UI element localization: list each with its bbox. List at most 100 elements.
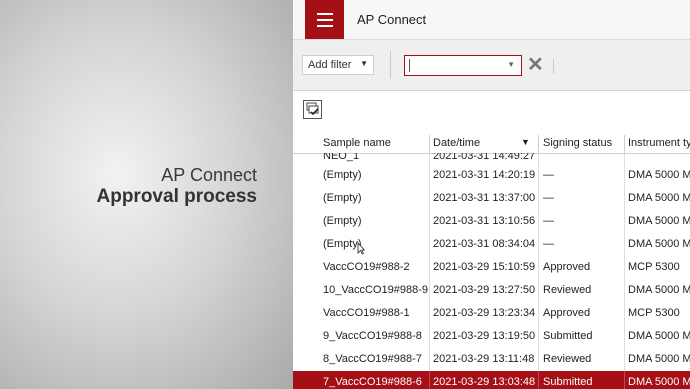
divider bbox=[553, 59, 554, 74]
cell-sample-name: 7_VaccCO19#988-6 bbox=[323, 376, 422, 388]
add-filter-label: Add filter bbox=[308, 59, 352, 71]
cell-instrument: MCP 5300 bbox=[628, 261, 680, 273]
cell-divider bbox=[624, 325, 625, 348]
cell-signing-status: — bbox=[543, 215, 554, 227]
cell-divider bbox=[429, 187, 430, 210]
table-body: NEO_1 2021-03-31 14:49:27 (Empty) 2021-0… bbox=[293, 153, 690, 389]
table-row[interactable]: 10_VaccCO19#988-9 2021-03-29 13:27:50 Re… bbox=[293, 279, 690, 302]
cell-date-time: 2021-03-31 13:10:56 bbox=[433, 215, 536, 227]
cell-divider bbox=[624, 233, 625, 256]
chevron-down-icon: ▼ bbox=[507, 60, 515, 69]
caption: AP Connect Approval process bbox=[97, 164, 258, 208]
cell-divider bbox=[429, 325, 430, 348]
cell-divider bbox=[624, 279, 625, 302]
cell-date-time: 2021-03-31 08:34:04 bbox=[433, 238, 536, 250]
table-row-selected[interactable]: 7_VaccCO19#988-6 2021-03-29 13:03:48 Sub… bbox=[293, 371, 690, 389]
table-row[interactable]: (Empty) 2021-03-31 08:34:04 — DMA 5000 M bbox=[293, 233, 690, 256]
table-row[interactable]: (Empty) 2021-03-31 14:20:19 — DMA 5000 M bbox=[293, 164, 690, 187]
column-header-instrument-type[interactable]: Instrument ty bbox=[628, 137, 690, 149]
cell-date-time: 2021-03-29 13:19:50 bbox=[433, 330, 536, 342]
cell-divider bbox=[538, 325, 539, 348]
sort-descending-icon: ▼ bbox=[521, 137, 530, 147]
filter-bar: Add filter ▼ ▼ ✕ bbox=[293, 40, 690, 91]
cell-divider bbox=[624, 187, 625, 210]
cell-sample-name: 9_VaccCO19#988-8 bbox=[323, 330, 422, 342]
column-divider[interactable] bbox=[538, 135, 539, 153]
divider bbox=[390, 51, 391, 79]
cell-sample-name: VaccCO19#988-2 bbox=[323, 261, 410, 273]
cell-sample-name: (Empty) bbox=[323, 238, 362, 250]
cell-divider bbox=[429, 348, 430, 371]
cell-signing-status: Reviewed bbox=[543, 353, 592, 365]
cell-divider bbox=[624, 348, 625, 371]
cell-divider bbox=[429, 233, 430, 256]
caption-subtitle: Approval process bbox=[96, 186, 258, 207]
cell-divider bbox=[538, 302, 539, 325]
cell-date-time: 2021-03-29 13:23:34 bbox=[433, 307, 536, 319]
caption-title: AP Connect bbox=[161, 165, 257, 185]
cell-instrument: DMA 5000 M bbox=[628, 284, 690, 296]
cell-date-time: 2021-03-31 14:49:27 bbox=[433, 153, 536, 162]
column-divider[interactable] bbox=[429, 135, 430, 153]
cell-date-time: 2021-03-31 14:20:19 bbox=[433, 169, 536, 181]
cell-divider bbox=[429, 256, 430, 279]
table-row[interactable]: (Empty) 2021-03-31 13:10:56 — DMA 5000 M bbox=[293, 210, 690, 233]
cell-sample-name: NEO_1 bbox=[323, 153, 360, 162]
cell-divider bbox=[538, 256, 539, 279]
column-header-signing-status[interactable]: Signing status bbox=[543, 137, 612, 149]
cell-signing-status: — bbox=[543, 238, 554, 250]
top-bar: AP Connect bbox=[293, 0, 690, 40]
table-row[interactable]: 9_VaccCO19#988-8 2021-03-29 13:19:50 Sub… bbox=[293, 325, 690, 348]
cell-divider bbox=[429, 371, 430, 389]
table-row[interactable]: (Empty) 2021-03-31 13:37:00 — DMA 5000 M bbox=[293, 187, 690, 210]
cell-signing-status: Submitted bbox=[543, 376, 593, 388]
cell-divider bbox=[624, 256, 625, 279]
cell-sample-name: VaccCO19#988-1 bbox=[323, 307, 410, 319]
table-row[interactable]: 8_VaccCO19#988-7 2021-03-29 13:11:48 Rev… bbox=[293, 348, 690, 371]
cell-date-time: 2021-03-29 13:27:50 bbox=[433, 284, 536, 296]
column-header-sample-name[interactable]: Sample name bbox=[323, 137, 391, 149]
cell-signing-status: Approved bbox=[543, 307, 591, 319]
app-window: AP Connect Add filter ▼ ▼ ✕ Sample name … bbox=[293, 0, 690, 389]
cell-sample-name: (Empty) bbox=[323, 169, 362, 181]
text-cursor bbox=[409, 59, 410, 72]
cell-signing-status: — bbox=[543, 169, 554, 181]
cell-signing-status: — bbox=[543, 192, 554, 204]
cell-divider bbox=[624, 302, 625, 325]
close-icon[interactable]: ✕ bbox=[527, 55, 545, 75]
chevron-down-icon: ▼ bbox=[360, 59, 368, 68]
cell-divider bbox=[538, 164, 539, 187]
cell-signing-status: Reviewed bbox=[543, 284, 592, 296]
cell-instrument: DMA 5000 M bbox=[628, 353, 690, 365]
cell-sample-name: 8_VaccCO19#988-7 bbox=[323, 353, 422, 365]
cell-instrument: DMA 5000 M bbox=[628, 192, 690, 204]
cell-divider bbox=[538, 233, 539, 256]
cell-divider bbox=[429, 210, 430, 233]
table-row[interactable]: VaccCO19#988-2 2021-03-29 15:10:59 Appro… bbox=[293, 256, 690, 279]
cell-divider bbox=[624, 164, 625, 187]
filter-value-dropdown[interactable]: ▼ bbox=[404, 55, 522, 76]
cell-date-time: 2021-03-29 15:10:59 bbox=[433, 261, 536, 273]
cell-signing-status: Submitted bbox=[543, 330, 593, 342]
cell-instrument: DMA 5000 M bbox=[628, 215, 690, 227]
column-divider[interactable] bbox=[624, 135, 625, 153]
cell-signing-status: Approved bbox=[543, 261, 591, 273]
cell-instrument: DMA 5000 M bbox=[628, 238, 690, 250]
cell-date-time: 2021-03-31 13:37:00 bbox=[433, 192, 536, 204]
cell-sample-name: (Empty) bbox=[323, 192, 362, 204]
cell-divider bbox=[538, 187, 539, 210]
table-row[interactable]: VaccCO19#988-1 2021-03-29 13:23:34 Appro… bbox=[293, 302, 690, 325]
cell-instrument: DMA 5000 M bbox=[628, 330, 690, 342]
cell-divider bbox=[538, 279, 539, 302]
cell-divider bbox=[538, 348, 539, 371]
select-all-icon[interactable] bbox=[303, 100, 322, 119]
cell-divider bbox=[429, 302, 430, 325]
table-header: Sample name Date/time ▼ Signing status In… bbox=[293, 133, 690, 154]
hamburger-menu-icon[interactable] bbox=[305, 0, 344, 39]
cell-date-time: 2021-03-29 13:11:48 bbox=[433, 353, 535, 365]
column-header-date-time[interactable]: Date/time ▼ bbox=[433, 137, 530, 149]
cell-date-time: 2021-03-29 13:03:48 bbox=[433, 376, 536, 388]
cell-sample-name: 10_VaccCO19#988-9 bbox=[323, 284, 428, 296]
add-filter-dropdown[interactable]: Add filter ▼ bbox=[302, 55, 374, 75]
cell-divider bbox=[429, 164, 430, 187]
